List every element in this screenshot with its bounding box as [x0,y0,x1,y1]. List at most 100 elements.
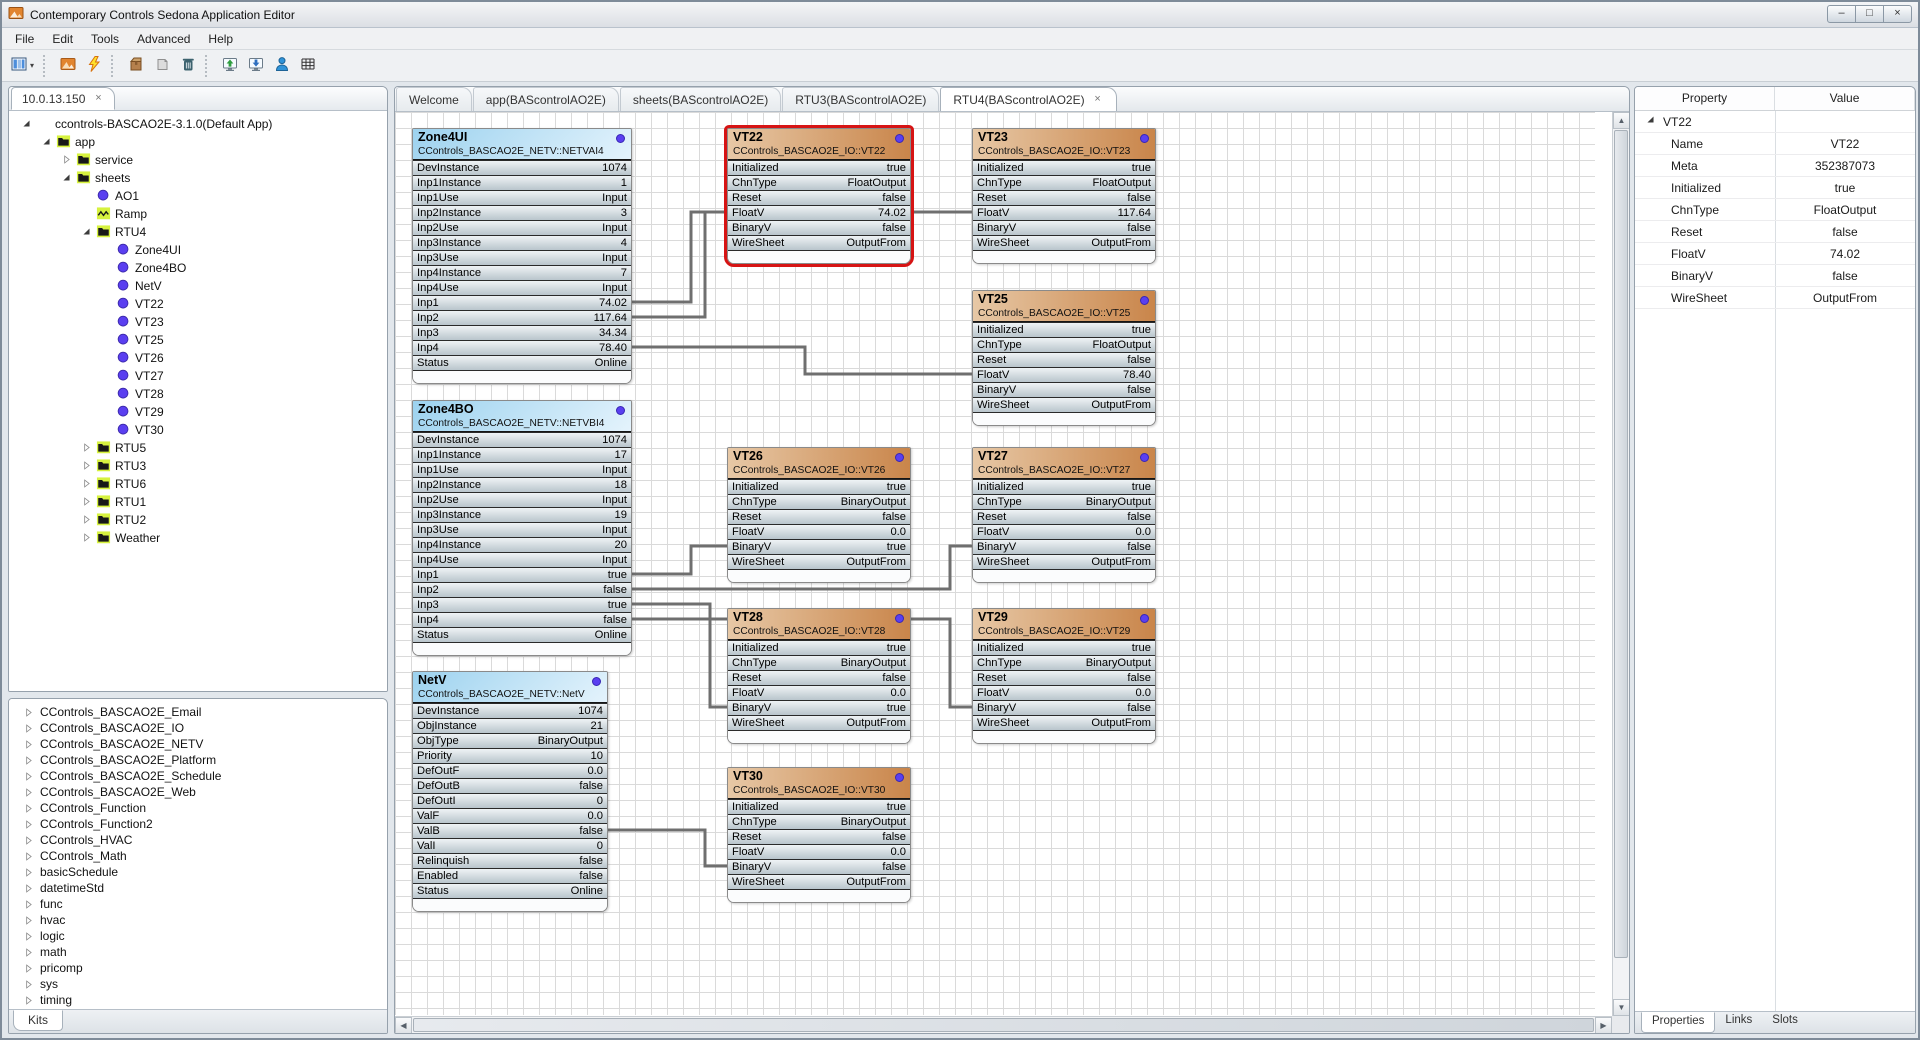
property-value[interactable]: VT22 [1775,137,1915,151]
image-button[interactable] [55,52,81,79]
kit-item-ccontrols-bascao2e-schedule[interactable]: CControls_BASCAO2E_Schedule [9,768,387,784]
tree-item-zone4bo[interactable]: Zone4BO [9,259,387,277]
property-row-meta[interactable]: Meta352387073 [1635,155,1915,177]
menu-help[interactable]: Help [199,29,242,49]
editor-tab-sheets-bascontrolao2e-[interactable]: sheets(BAScontrolAO2E) [620,87,781,111]
tree-item-rtu2[interactable]: RTU2 [9,511,387,529]
tree-item-vt22[interactable]: VT22 [9,295,387,313]
collapse-arrow-icon[interactable] [23,723,34,734]
expand-arrow-icon[interactable] [61,172,74,185]
kit-item-logic[interactable]: logic [9,928,387,944]
tree-item-rtu3[interactable]: RTU3 [9,457,387,475]
collapse-arrow-icon[interactable] [23,835,34,846]
collapse-arrow-icon[interactable] [23,819,34,830]
block-vt29[interactable]: VT29CControls_BASCAO2E_IO::VT29Initializ… [972,608,1156,744]
tab-device-ip[interactable]: 10.0.13.150 × [11,87,115,110]
kit-item-ccontrols-hvac[interactable]: CControls_HVAC [9,832,387,848]
kit-item-datetimestd[interactable]: datetimeStd [9,880,387,896]
tree-item-vt25[interactable]: VT25 [9,331,387,349]
kit-item-ccontrols-function[interactable]: CControls_Function [9,800,387,816]
kit-item-ccontrols-bascao2e-platform[interactable]: CControls_BASCAO2E_Platform [9,752,387,768]
kit-item-ccontrols-bascao2e-web[interactable]: CControls_BASCAO2E_Web [9,784,387,800]
tree-item-service[interactable]: service [9,151,387,169]
kit-item-ccontrols-bascao2e-io[interactable]: CControls_BASCAO2E_IO [9,720,387,736]
wire-Zone4UI.Inp4-to-VT25.FloatV[interactable] [632,347,974,374]
property-value[interactable]: false [1775,225,1915,239]
collapse-arrow-icon[interactable] [81,442,94,455]
collapse-arrow-icon[interactable] [23,947,34,958]
property-row-name[interactable]: NameVT22 [1635,133,1915,155]
lightning-button[interactable] [81,52,107,79]
tab-properties[interactable]: Properties [1641,1012,1715,1033]
dropdown-arrow-icon[interactable]: ▾ [30,61,34,70]
tree-item-vt26[interactable]: VT26 [9,349,387,367]
kit-item-basicschedule[interactable]: basicSchedule [9,864,387,880]
tree-item-zone4ui[interactable]: Zone4UI [9,241,387,259]
tree-item-rtu4[interactable]: RTU4 [9,223,387,241]
property-value[interactable]: true [1775,181,1915,195]
block-zone4ui[interactable]: Zone4UICControls_BASCAO2E_NETV::NETVAI4D… [412,128,632,384]
kit-item-ccontrols-math[interactable]: CControls_Math [9,848,387,864]
editor-tab-rtu3-bascontrolao2e-[interactable]: RTU3(BAScontrolAO2E) [782,87,939,111]
collapse-arrow-icon[interactable] [23,899,34,910]
collapse-arrow-icon[interactable] [23,755,34,766]
tab-links[interactable]: Links [1715,1012,1762,1033]
kit-item-hvac[interactable]: hvac [9,912,387,928]
tree-item-weather[interactable]: Weather [9,529,387,547]
block-vt30[interactable]: VT30CControls_BASCAO2E_IO::VT30Initializ… [727,767,911,903]
close-icon[interactable]: × [1092,94,1104,106]
user-button[interactable] [269,52,295,79]
property-value[interactable]: 352387073 [1775,159,1915,173]
collapse-arrow-icon[interactable] [23,771,34,782]
property-value[interactable]: FloatOutput [1775,203,1915,217]
wire-Zone4BO.Inp1-to-VT26.BinaryV[interactable] [632,546,729,574]
kit-item-math[interactable]: math [9,944,387,960]
block-zone4bo[interactable]: Zone4BOCControls_BASCAO2E_NETV::NETVBI4D… [412,400,632,656]
property-value[interactable]: 74.02 [1775,247,1915,261]
collapse-arrow-icon[interactable] [23,883,34,894]
property-root-row[interactable]: VT22 [1635,111,1915,133]
tree-item-app[interactable]: app [9,133,387,151]
collapse-arrow-icon[interactable] [23,979,34,990]
editor-tab-rtu4-bascontrolao2e-[interactable]: RTU4(BAScontrolAO2E)× [940,87,1116,111]
horizontal-scroll-thumb[interactable] [413,1018,1594,1032]
kit-item-ccontrols-bascao2e-netv[interactable]: CControls_BASCAO2E_NETV [9,736,387,752]
expand-arrow-icon[interactable] [1645,114,1658,130]
property-row-initialized[interactable]: Initializedtrue [1635,177,1915,199]
vertical-scrollbar[interactable]: ▲ ▼ [1612,112,1629,1016]
property-row-binaryv[interactable]: BinaryVfalse [1635,265,1915,287]
tree-item-vt30[interactable]: VT30 [9,421,387,439]
package-button[interactable] [123,52,149,79]
collapse-arrow-icon[interactable] [23,931,34,942]
wire-Zone4UI.Inp1-to-VT22.FloatV[interactable] [632,212,729,302]
tree-item-ccontrols-bascao2e-3-1-0-default-app-[interactable]: ccontrols-BASCAO2E-3.1.0(Default App) [9,115,387,133]
property-row-reset[interactable]: Resetfalse [1635,221,1915,243]
tree-item-vt29[interactable]: VT29 [9,403,387,421]
block-vt28[interactable]: VT28CControls_BASCAO2E_IO::VT28Initializ… [727,608,911,744]
kit-item-ccontrols-bascao2e-email[interactable]: CControls_BASCAO2E_Email [9,704,387,720]
minimize-button[interactable]: – [1827,5,1856,23]
kit-item-timing[interactable]: timing [9,992,387,1008]
vertical-scroll-thumb[interactable] [1614,130,1628,958]
expand-arrow-icon[interactable] [21,118,34,131]
tree-item-netv[interactable]: NetV [9,277,387,295]
collapse-arrow-icon[interactable] [81,478,94,491]
collapse-arrow-icon[interactable] [23,803,34,814]
expand-arrow-icon[interactable] [81,226,94,239]
tree-item-ramp[interactable]: Ramp [9,205,387,223]
scroll-left-arrow[interactable]: ◀ [395,1017,412,1034]
block-vt22[interactable]: VT22CControls_BASCAO2E_IO::VT22Initializ… [727,128,911,264]
block-netv[interactable]: NetVCControls_BASCAO2E_NETV::NetVDevInst… [412,671,608,912]
tree-item-vt27[interactable]: VT27 [9,367,387,385]
titlebar[interactable]: Contemporary Controls Sedona Application… [2,2,1918,28]
block-vt27[interactable]: VT27CControls_BASCAO2E_IO::VT27Initializ… [972,447,1156,583]
property-row-floatv[interactable]: FloatV74.02 [1635,243,1915,265]
kit-item-pricomp[interactable]: pricomp [9,960,387,976]
tree-item-ao1[interactable]: AO1 [9,187,387,205]
block-vt25[interactable]: VT25CControls_BASCAO2E_IO::VT25Initializ… [972,290,1156,426]
collapse-arrow-icon[interactable] [23,995,34,1006]
kit-item-sys[interactable]: sys [9,976,387,992]
collapse-arrow-icon[interactable] [23,963,34,974]
property-value[interactable]: false [1775,269,1915,283]
menu-edit[interactable]: Edit [43,29,82,49]
